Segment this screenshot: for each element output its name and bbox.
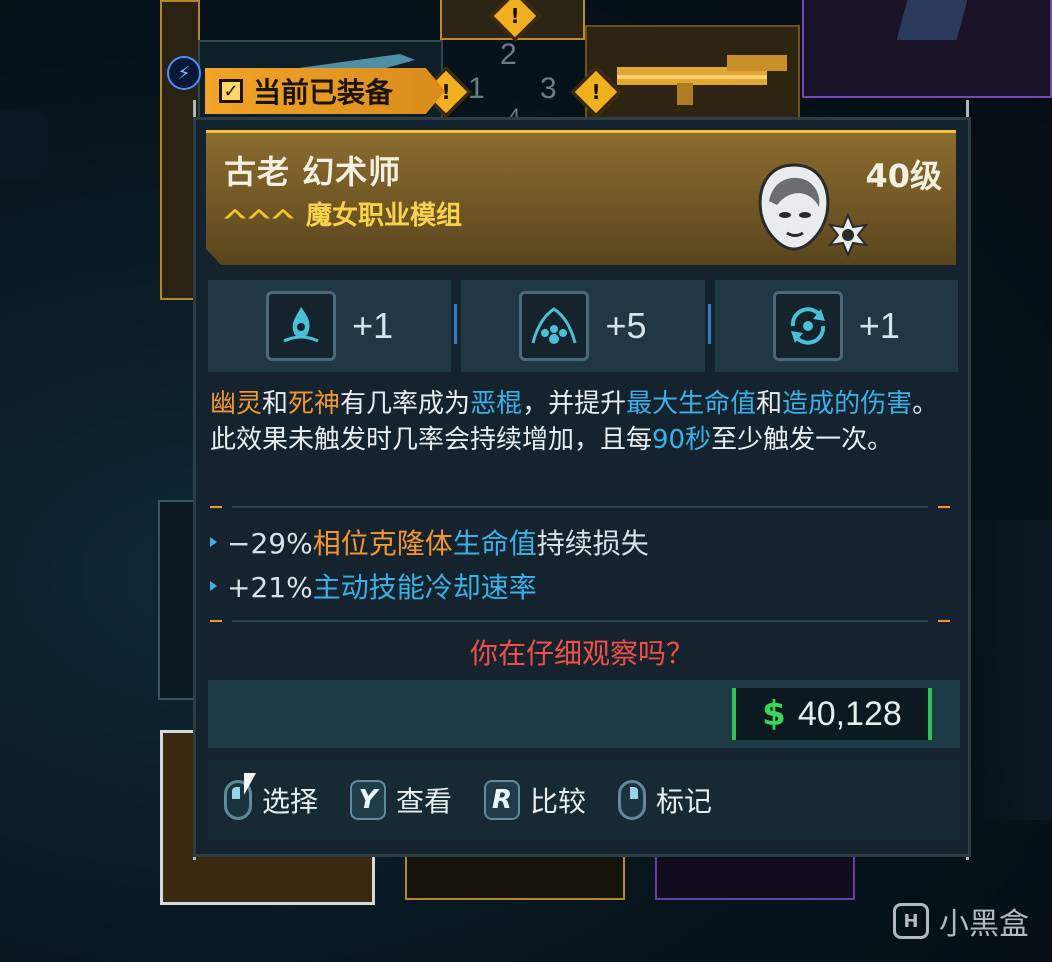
mark-action[interactable]: 标记 [618, 780, 712, 820]
item-type-row: 魔女职业模组 [224, 195, 462, 232]
desc-keyword: 死神 [288, 389, 341, 419]
action-bar: 选择 Y 查看 R 比较 标记 [208, 760, 960, 840]
bonus-line: +21%主动技能冷却速率 [210, 566, 537, 606]
desc-keyword: 90秒 [652, 425, 712, 455]
item-level: 40级 [865, 157, 942, 195]
section-divider [210, 506, 950, 508]
spirit-skill-icon [266, 291, 337, 361]
inventory-slot[interactable] [802, 0, 1052, 98]
desc-keyword: 最大生命值 [626, 389, 757, 419]
desc-text: 有几率成为 [340, 389, 471, 419]
desc-text: 和 [262, 389, 289, 419]
action-label: 标记 [656, 785, 713, 818]
slot-number: 3 [540, 72, 557, 105]
watermark: H 小黑盒 [893, 899, 1029, 943]
bonus-keyword: 生命值 [452, 527, 537, 560]
rarity-chevrons-icon [224, 208, 294, 219]
shotgun-icon [617, 55, 787, 105]
bonus-text: 持续损失 [536, 527, 649, 560]
section-divider [210, 620, 950, 622]
bonus-keyword: 主动技能冷却速率 [312, 571, 537, 604]
checkbox-icon: ✓ [219, 79, 243, 103]
slot-number: 2 [500, 38, 517, 71]
bullet-icon [210, 581, 217, 591]
xiaoheihe-logo-icon: H [893, 903, 929, 939]
key-y-icon: Y [350, 780, 387, 820]
dollar-icon: $ [762, 694, 786, 734]
siren-portrait-icon [758, 163, 830, 251]
warning-diamond-icon: ! [489, 0, 541, 42]
action-label: 选择 [262, 785, 319, 818]
slot-number: 1 [468, 72, 485, 105]
desc-keyword: 造成的伤害 [782, 389, 913, 419]
mouse-cursor-icon [244, 773, 256, 795]
equipped-label: 当前已装备 [253, 76, 394, 109]
warning-diamond-icon: ! [570, 66, 622, 118]
item-header: 古老 幻术师 魔女职业模组 40级 [206, 130, 956, 265]
mouse-right-click-icon [618, 780, 647, 820]
price-box: $ 40,128 [732, 688, 932, 740]
desc-keyword: 幽灵 [210, 389, 263, 419]
item-description: 幽灵和死神有几率成为恶棍，并提升最大生命值和造成的伤害。此效果未触发时几率会持续… [210, 386, 950, 458]
skill-bonus-row: +1 +5 +1 [208, 280, 958, 372]
inventory-slot[interactable] [158, 500, 198, 700]
partial-item-icon [0, 110, 48, 180]
action-label: 查看 [396, 785, 453, 818]
flavor-text: 你在仔细观察吗？ [469, 637, 694, 670]
bonus-line: −29%相位克隆体生命值持续损失 [210, 522, 649, 562]
cycle-skill-icon [772, 291, 843, 361]
desc-text: 和 [756, 389, 783, 419]
equipped-badge: ✓ 当前已装备 [205, 68, 445, 114]
class-badge-icon [827, 213, 869, 257]
lightning-icon: ⚡ [167, 56, 201, 90]
item-type: 魔女职业模组 [306, 201, 463, 231]
key-r-icon: R [484, 780, 521, 820]
desc-text: 至少触发一次。 [711, 425, 894, 455]
price-value: 40,128 [797, 694, 902, 733]
item-tooltip-card: 古老 幻术师 魔女职业模组 40级 +1 +5 +1 幽灵和死神有几率成为恶棍，… [193, 117, 971, 857]
desc-keyword: 恶棍 [470, 389, 523, 419]
bonus-value: +21% [227, 571, 313, 604]
bonus-value: −29% [227, 527, 313, 560]
action-label: 比较 [530, 785, 587, 818]
cube-item-icon [896, 0, 968, 40]
skill-bonus-value: +1 [352, 305, 394, 346]
paw-burst-skill-icon [519, 291, 590, 361]
skill-bonus-value: +5 [605, 305, 647, 346]
weapon-slot[interactable] [585, 25, 800, 120]
price-bar: $ 40,128 [208, 680, 960, 748]
select-action[interactable]: 选择 [224, 780, 318, 820]
skill-bonus-value: +1 [858, 305, 900, 346]
desc-text: ，并提升 [522, 389, 627, 419]
item-name: 古老 幻术师 [224, 153, 402, 191]
skill-bonus[interactable]: +1 [707, 280, 958, 372]
background-panel [972, 520, 1052, 820]
inspect-action[interactable]: Y 查看 [350, 780, 452, 820]
skill-bonus[interactable]: +5 [454, 280, 705, 372]
bullet-icon [210, 537, 217, 547]
skill-bonus[interactable]: +1 [208, 280, 452, 372]
bonus-keyword: 相位克隆体 [312, 527, 453, 560]
compare-action[interactable]: R 比较 [484, 780, 586, 820]
watermark-text: 小黑盒 [939, 907, 1029, 942]
